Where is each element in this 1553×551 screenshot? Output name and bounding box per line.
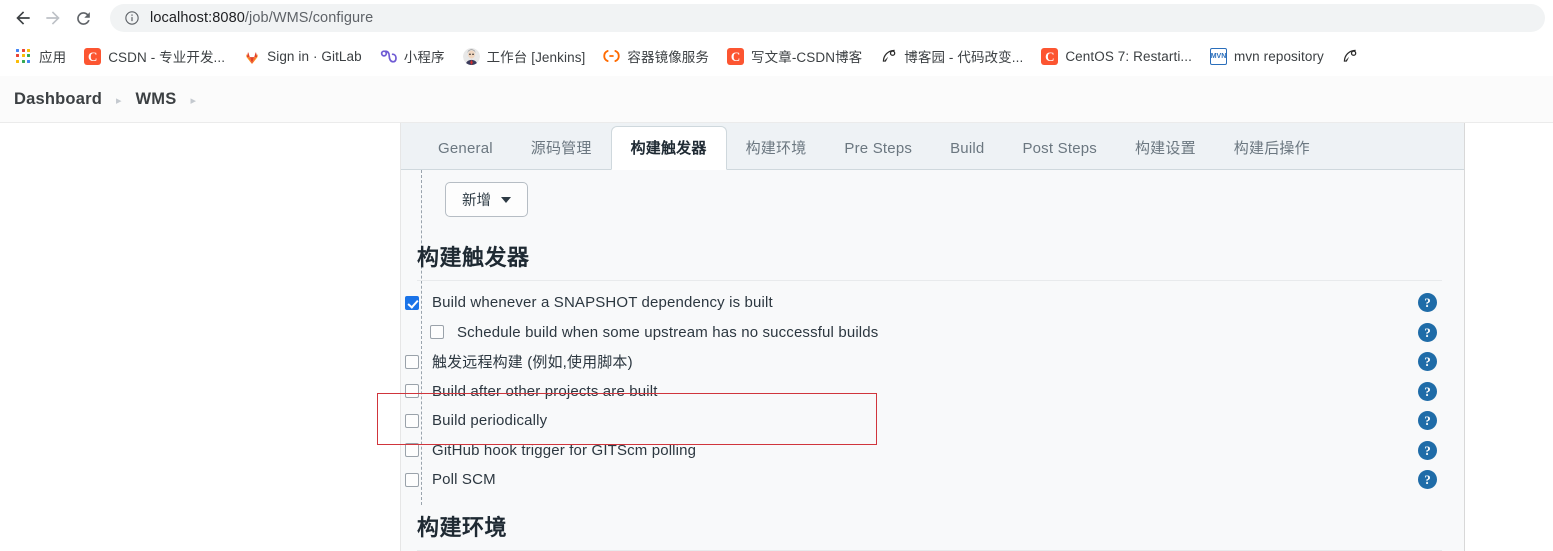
build-triggers-list: Build whenever a SNAPSHOT dependency is … <box>401 288 1464 495</box>
trigger-row-build-periodically[interactable]: Build periodically ? <box>401 406 1464 436</box>
help-icon[interactable]: ? <box>1418 293 1437 313</box>
checkbox-poll-scm[interactable] <box>405 472 419 487</box>
bookmark-container-registry[interactable]: 容器镜像服务 <box>594 42 718 70</box>
section-title-build-environment: 构建环境 <box>417 515 508 540</box>
csdn-icon: C <box>727 47 745 65</box>
bookmark-label: 博客园 - 代码改变... <box>904 50 1024 65</box>
csdn-icon: C <box>1041 47 1059 65</box>
trigger-label: Build periodically <box>432 412 548 430</box>
cnblogs-icon <box>1342 48 1359 65</box>
url-host: localhost:8080 <box>150 10 245 26</box>
trigger-label: Build after other projects are built <box>432 382 658 400</box>
tab-source-code-management[interactable]: 源码管理 <box>512 129 611 169</box>
jenkins-butler-icon <box>462 47 480 65</box>
bookmark-jenkins[interactable]: 工作台 [Jenkins] <box>454 42 595 70</box>
bookmark-overflow[interactable] <box>1333 42 1375 70</box>
trigger-row-poll-scm[interactable]: Poll SCM ? <box>401 465 1464 495</box>
tab-build-environment[interactable]: 构建环境 <box>727 129 826 169</box>
mvn-icon: MVN <box>1209 47 1227 65</box>
help-icon[interactable]: ? <box>1418 322 1437 342</box>
bookmark-gitlab[interactable]: Sign in · GitLab <box>234 42 371 70</box>
tab-post-build-actions[interactable]: 构建后操作 <box>1215 129 1329 169</box>
breadcrumb-item-wms[interactable]: WMS <box>136 90 177 109</box>
chevron-down-icon <box>501 196 511 203</box>
help-icon[interactable]: ? <box>1418 352 1437 372</box>
bookmark-label: 工作台 [Jenkins] <box>486 50 586 65</box>
bookmark-label: CentOS 7: Restarti... <box>1065 48 1192 64</box>
section-title-build-triggers: 构建触发器 <box>417 245 530 270</box>
reload-button[interactable] <box>68 3 98 33</box>
trigger-row-remote-build[interactable]: 触发远程构建 (例如,使用脚本) ? <box>401 347 1464 377</box>
breadcrumb-item-dashboard[interactable]: Dashboard <box>14 90 102 109</box>
breadcrumb: Dashboard ▸ WMS ▸ <box>0 76 1553 123</box>
bookmark-csdn-write[interactable]: C 写文章-CSDN博客 <box>718 42 871 70</box>
trigger-row-schedule-upstream[interactable]: Schedule build when some upstream has no… <box>401 318 1464 348</box>
checkbox-remote-build[interactable] <box>405 354 419 369</box>
bookmark-label: mvn repository <box>1233 48 1324 64</box>
bookmark-label: 应用 <box>39 50 67 65</box>
wechat-miniprogram-icon <box>380 48 397 65</box>
address-bar[interactable]: localhost:8080/job/WMS/configure <box>110 4 1545 32</box>
container-registry-icon <box>603 48 621 65</box>
bookmarks-bar: 应用 C CSDN - 专业开发... Sign in · GitLab 小程序… <box>0 36 1553 76</box>
trigger-row-github-hook[interactable]: GitHub hook trigger for GITScm polling ? <box>401 436 1464 466</box>
tab-general[interactable]: General <box>419 129 512 169</box>
breadcrumb-separator-icon: ▸ <box>115 94 122 107</box>
url-path: /job/WMS/configure <box>244 10 374 26</box>
bookmark-miniprogram[interactable]: 小程序 <box>371 42 454 70</box>
checkbox-snapshot-dependency[interactable] <box>405 295 419 310</box>
bookmark-mvn-repository[interactable]: MVN mvn repository <box>1201 42 1333 70</box>
config-tabbar: General 源码管理 构建触发器 构建环境 Pre Steps Build … <box>401 123 1464 170</box>
help-icon[interactable]: ? <box>1418 411 1437 431</box>
forward-button[interactable] <box>38 3 68 33</box>
bookmark-label: CSDN - 专业开发... <box>108 50 226 65</box>
csdn-icon: C <box>84 47 102 65</box>
url-text: localhost:8080/job/WMS/configure <box>150 10 373 26</box>
bookmark-cnblogs[interactable]: 博客园 - 代码改变... <box>871 42 1032 70</box>
browser-toolbar: localhost:8080/job/WMS/configure <box>0 0 1553 36</box>
bookmark-apps[interactable]: 应用 <box>6 42 75 70</box>
section-divider <box>417 280 1442 281</box>
bookmark-label: Sign in · GitLab <box>267 48 362 64</box>
trigger-row-build-after-projects[interactable]: Build after other projects are built ? <box>401 377 1464 407</box>
checkbox-build-periodically[interactable] <box>405 413 419 428</box>
trigger-row-snapshot-dependency[interactable]: Build whenever a SNAPSHOT dependency is … <box>401 288 1464 318</box>
checkbox-build-after-projects[interactable] <box>405 384 419 399</box>
cnblogs-icon <box>880 48 897 65</box>
tab-build-triggers[interactable]: 构建触发器 <box>610 126 727 170</box>
back-button[interactable] <box>8 3 38 33</box>
help-icon[interactable]: ? <box>1418 381 1437 401</box>
gitlab-fox-icon <box>243 48 260 65</box>
bookmark-label: 容器镜像服务 <box>627 50 710 65</box>
trigger-label: Build whenever a SNAPSHOT dependency is … <box>432 294 773 312</box>
trigger-label: GitHub hook trigger for GITScm polling <box>432 441 697 459</box>
page-body: General 源码管理 构建触发器 构建环境 Pre Steps Build … <box>0 123 1553 551</box>
bookmark-centos[interactable]: C CentOS 7: Restarti... <box>1032 42 1201 70</box>
site-information-icon[interactable] <box>124 10 140 26</box>
help-icon[interactable]: ? <box>1418 440 1437 460</box>
bookmark-csdn[interactable]: C CSDN - 专业开发... <box>75 42 234 70</box>
tab-build[interactable]: Build <box>931 129 1003 169</box>
checkbox-github-hook[interactable] <box>405 443 419 458</box>
bookmark-label: 写文章-CSDN博客 <box>751 50 863 65</box>
trigger-label: 触发远程构建 (例如,使用脚本) <box>432 354 633 372</box>
checkbox-schedule-upstream[interactable] <box>430 325 444 340</box>
tab-build-settings[interactable]: 构建设置 <box>1116 129 1215 169</box>
add-button-label: 新增 <box>462 193 491 209</box>
tab-post-steps[interactable]: Post Steps <box>1003 129 1116 169</box>
help-icon[interactable]: ? <box>1418 470 1437 490</box>
bookmark-label: 小程序 <box>403 50 445 65</box>
add-button[interactable]: 新增 <box>445 182 528 217</box>
job-configure-panel: General 源码管理 构建触发器 构建环境 Pre Steps Build … <box>400 123 1465 551</box>
breadcrumb-separator-icon: ▸ <box>190 94 196 107</box>
config-content: 新增 构建触发器 Build whenever a SNAPSHOT depen… <box>401 170 1464 551</box>
tab-pre-steps[interactable]: Pre Steps <box>825 129 931 169</box>
trigger-label: Schedule build when some upstream has no… <box>457 323 879 341</box>
apps-grid-icon <box>15 48 32 65</box>
trigger-label: Poll SCM <box>432 471 496 489</box>
